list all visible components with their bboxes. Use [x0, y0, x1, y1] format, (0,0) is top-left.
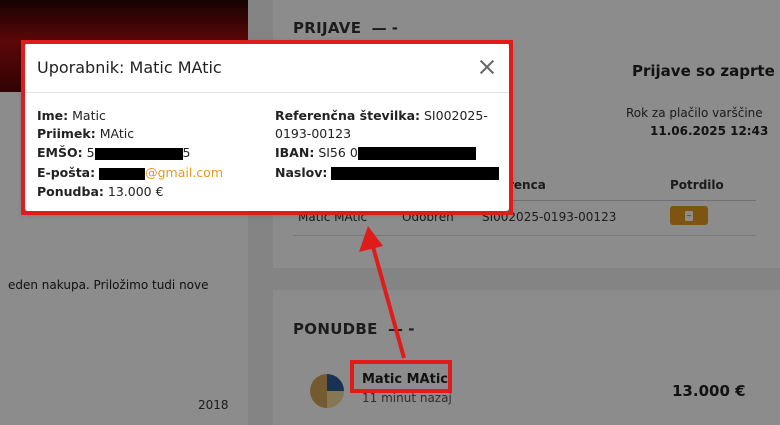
annotation-bidder-outline — [350, 360, 452, 393]
annotation-modal-outline — [21, 40, 513, 215]
